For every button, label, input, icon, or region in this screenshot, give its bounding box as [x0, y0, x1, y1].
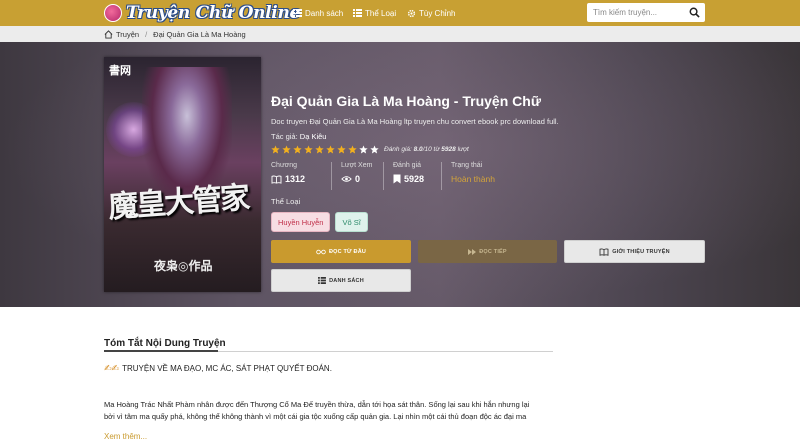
- summary-heading: Tóm Tắt Nội Dung Truyện: [104, 338, 226, 349]
- search-box: [587, 3, 705, 22]
- list-icon: [318, 277, 327, 284]
- search-icon[interactable]: [689, 7, 700, 18]
- summary-paragraph-line-2: bởi vì tâm ma quấy phá, không thể không …: [104, 412, 527, 421]
- book-stats: Chương 1312 Lượt Xem 0 Đánh giá 5928 Trạ…: [271, 162, 511, 190]
- stat-views: Lượt Xem 0: [331, 162, 383, 190]
- list-icon: [353, 9, 362, 17]
- rating-stars[interactable]: [271, 144, 381, 154]
- search-input[interactable]: [587, 4, 682, 21]
- stat-chapters-value: 1312: [285, 174, 306, 184]
- rating-count: 5928: [441, 145, 456, 153]
- list-icon: [293, 9, 302, 17]
- genre-tag-vo-si[interactable]: Võ Sĩ: [335, 212, 368, 232]
- continue-reading-button[interactable]: ĐỌC TIẾP: [418, 240, 557, 263]
- eye-icon: [341, 176, 352, 182]
- cover-title-art: 魔皇大管家: [107, 180, 250, 226]
- stat-status: Trạng thái Hoàn thành: [441, 162, 511, 190]
- stat-ratings: Đánh giá 5928: [383, 162, 441, 190]
- bookmark-icon: [393, 174, 401, 184]
- chapter-list-button[interactable]: DANH SÁCH: [271, 269, 411, 292]
- star-filled-icon[interactable]: [293, 144, 302, 154]
- glasses-icon: [316, 249, 326, 254]
- star-filled-icon[interactable]: [348, 144, 357, 154]
- author-label: Tác giả:: [271, 132, 298, 141]
- nav-item-tuy-chinh[interactable]: Tùy Chỉnh: [407, 0, 455, 26]
- gear-icon: [407, 9, 416, 17]
- star-filled-icon[interactable]: [337, 144, 346, 154]
- book-author: Tác giả: Dạ Kiêu: [271, 132, 326, 141]
- logo-badge-icon: [104, 4, 122, 22]
- stat-views-value-wrap: 0: [341, 174, 375, 184]
- summary-divider: [104, 350, 553, 352]
- star-empty-icon[interactable]: [370, 144, 379, 154]
- book-open-icon: [271, 175, 282, 184]
- rating-value: 8.0: [413, 145, 423, 153]
- nav-item-the-loai[interactable]: Thể Loại: [353, 0, 396, 26]
- site-logo[interactable]: Truyện Chữ Online: [104, 2, 300, 24]
- summary-tagline-text: TRUYỆN VỀ MA ĐẠO, MC ÁC, SÁT PHẠT QUYẾT …: [122, 364, 332, 373]
- fast-forward-icon: [468, 248, 477, 255]
- book-cover-image: 書网 魔皇大管家 夜枭◎作品: [104, 57, 261, 292]
- stat-ratings-value-wrap: 5928: [393, 174, 433, 184]
- book-open-icon: [599, 247, 609, 256]
- logo-text: Truyện Chữ Online: [126, 3, 301, 23]
- author-name[interactable]: Dạ Kiêu: [300, 132, 327, 141]
- book-intro-label: GIỚI THIỆU TRUYỆN: [612, 248, 670, 255]
- cover-author-art: 夜枭◎作品: [154, 259, 213, 273]
- genre-tag-huyen-huyen[interactable]: Huyền Huyễn: [271, 212, 331, 232]
- genre-tags: Huyền Huyễn Võ Sĩ: [271, 212, 373, 232]
- nav-label-danh-sach: Danh sách: [305, 8, 344, 18]
- breadcrumb: Truyện / Đại Quản Gia Là Ma Hoàng: [0, 26, 800, 42]
- stat-status-label: Trạng thái: [451, 162, 483, 169]
- stat-status-value: Hoàn thành: [451, 174, 495, 184]
- breadcrumb-separator: /: [145, 29, 148, 39]
- top-navbar: Truyện Chữ Online Danh sách Thể Loại Tùy…: [0, 0, 800, 26]
- writing-hand-icon: ✍✍: [104, 363, 120, 373]
- nav-item-danh-sach[interactable]: Danh sách: [293, 0, 343, 26]
- stat-ratings-label: Đánh giá: [393, 162, 422, 169]
- star-filled-icon[interactable]: [271, 144, 280, 154]
- summary-paragraph-line-1: Ma Hoàng Trác Nhất Phàm nhân được đến Th…: [104, 400, 530, 409]
- stat-chapters-label: Chương: [271, 162, 298, 169]
- stat-ratings-value: 5928: [404, 174, 425, 184]
- stat-views-label: Lượt Xem: [341, 162, 373, 169]
- stat-chapters: Chương 1312: [271, 162, 331, 190]
- stat-views-value: 0: [355, 174, 361, 184]
- rating-prefix: Đánh giá:: [384, 145, 412, 153]
- book-title: Đại Quản Gia Là Ma Hoàng - Truyện Chữ: [271, 93, 541, 109]
- breadcrumb-current[interactable]: Đại Quản Gia Là Ma Hoàng: [153, 30, 246, 39]
- genre-label: Thể Loại: [271, 197, 301, 206]
- cover-publisher-logo: 書网: [109, 64, 131, 77]
- nav-label-tuy-chinh: Tùy Chỉnh: [419, 8, 456, 18]
- summary-tagline: ✍✍ TRUYỆN VỀ MA ĐẠO, MC ÁC, SÁT PHẠT QUY…: [104, 363, 332, 374]
- star-filled-icon[interactable]: [326, 144, 335, 154]
- star-filled-icon[interactable]: [304, 144, 313, 154]
- chapter-list-label: DANH SÁCH: [329, 277, 364, 284]
- continue-reading-label: ĐỌC TIẾP: [479, 248, 507, 255]
- rating-text: Đánh giá: 8.0/10 từ 5928 lượt: [384, 146, 469, 153]
- rating-mid: /10 từ: [422, 145, 440, 153]
- nav-label-the-loai: Thể Loại: [365, 8, 397, 18]
- star-filled-icon[interactable]: [315, 144, 324, 154]
- book-intro-button[interactable]: GIỚI THIỆU TRUYỆN: [564, 240, 705, 263]
- breadcrumb-home-link[interactable]: Truyện: [116, 30, 139, 39]
- rating-suffix: lượt: [457, 145, 469, 153]
- home-icon: [104, 29, 113, 39]
- book-description: Doc truyen Đại Quản Gia Là Ma Hoàng ltp …: [271, 117, 559, 126]
- read-more-link[interactable]: Xem thêm...: [104, 432, 147, 441]
- read-from-start-label: ĐỌC TỪ ĐẦU: [328, 248, 367, 255]
- star-filled-icon[interactable]: [282, 144, 291, 154]
- stat-chapters-value-wrap: 1312: [271, 174, 323, 184]
- read-from-start-button[interactable]: ĐỌC TỪ ĐẦU: [271, 240, 411, 263]
- rating-row: Đánh giá: 8.0/10 từ 5928 lượt: [271, 144, 469, 154]
- star-empty-icon[interactable]: [359, 144, 368, 154]
